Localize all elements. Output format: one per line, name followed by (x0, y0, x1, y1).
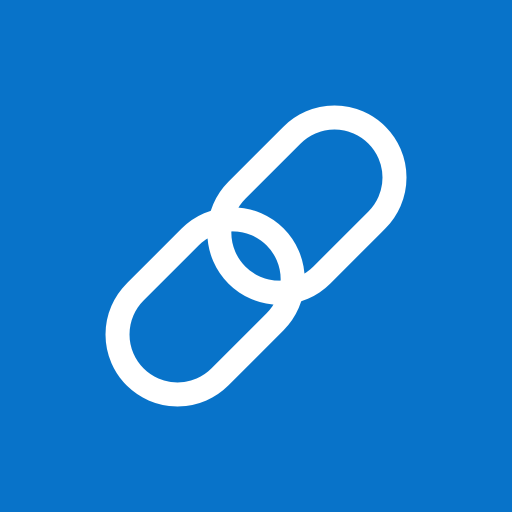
icon-background (0, 0, 512, 512)
link-icon-tile (0, 0, 512, 512)
link-icon (0, 0, 512, 512)
